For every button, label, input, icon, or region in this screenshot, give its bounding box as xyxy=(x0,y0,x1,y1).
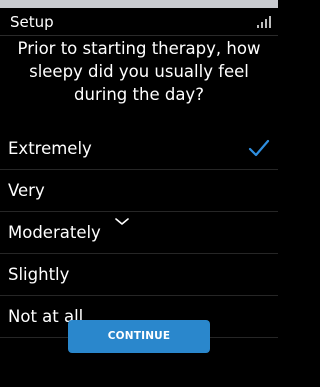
option-extremely[interactable]: Extremely xyxy=(0,128,278,170)
option-label: Extremely xyxy=(8,139,92,158)
signal-icon xyxy=(257,16,271,28)
option-moderately[interactable]: Moderately xyxy=(0,212,278,254)
continue-button[interactable]: CONTINUE xyxy=(68,320,210,353)
question-text: Prior to starting therapy, how sleepy di… xyxy=(17,39,261,104)
option-label: Slightly xyxy=(8,265,70,284)
bottom-bar xyxy=(0,365,278,387)
options-list: Extremely Very Moderately Slightly Not a… xyxy=(0,128,278,338)
checkmark-icon xyxy=(248,139,270,157)
option-label: Very xyxy=(8,181,45,200)
option-slightly[interactable]: Slightly xyxy=(0,254,278,296)
top-status-strip xyxy=(0,0,278,8)
option-very[interactable]: Very xyxy=(0,170,278,212)
header-bar: Setup xyxy=(0,8,278,36)
page-title: Setup xyxy=(10,13,54,31)
chevron-down-icon xyxy=(115,218,129,225)
option-label: Moderately xyxy=(8,223,101,242)
